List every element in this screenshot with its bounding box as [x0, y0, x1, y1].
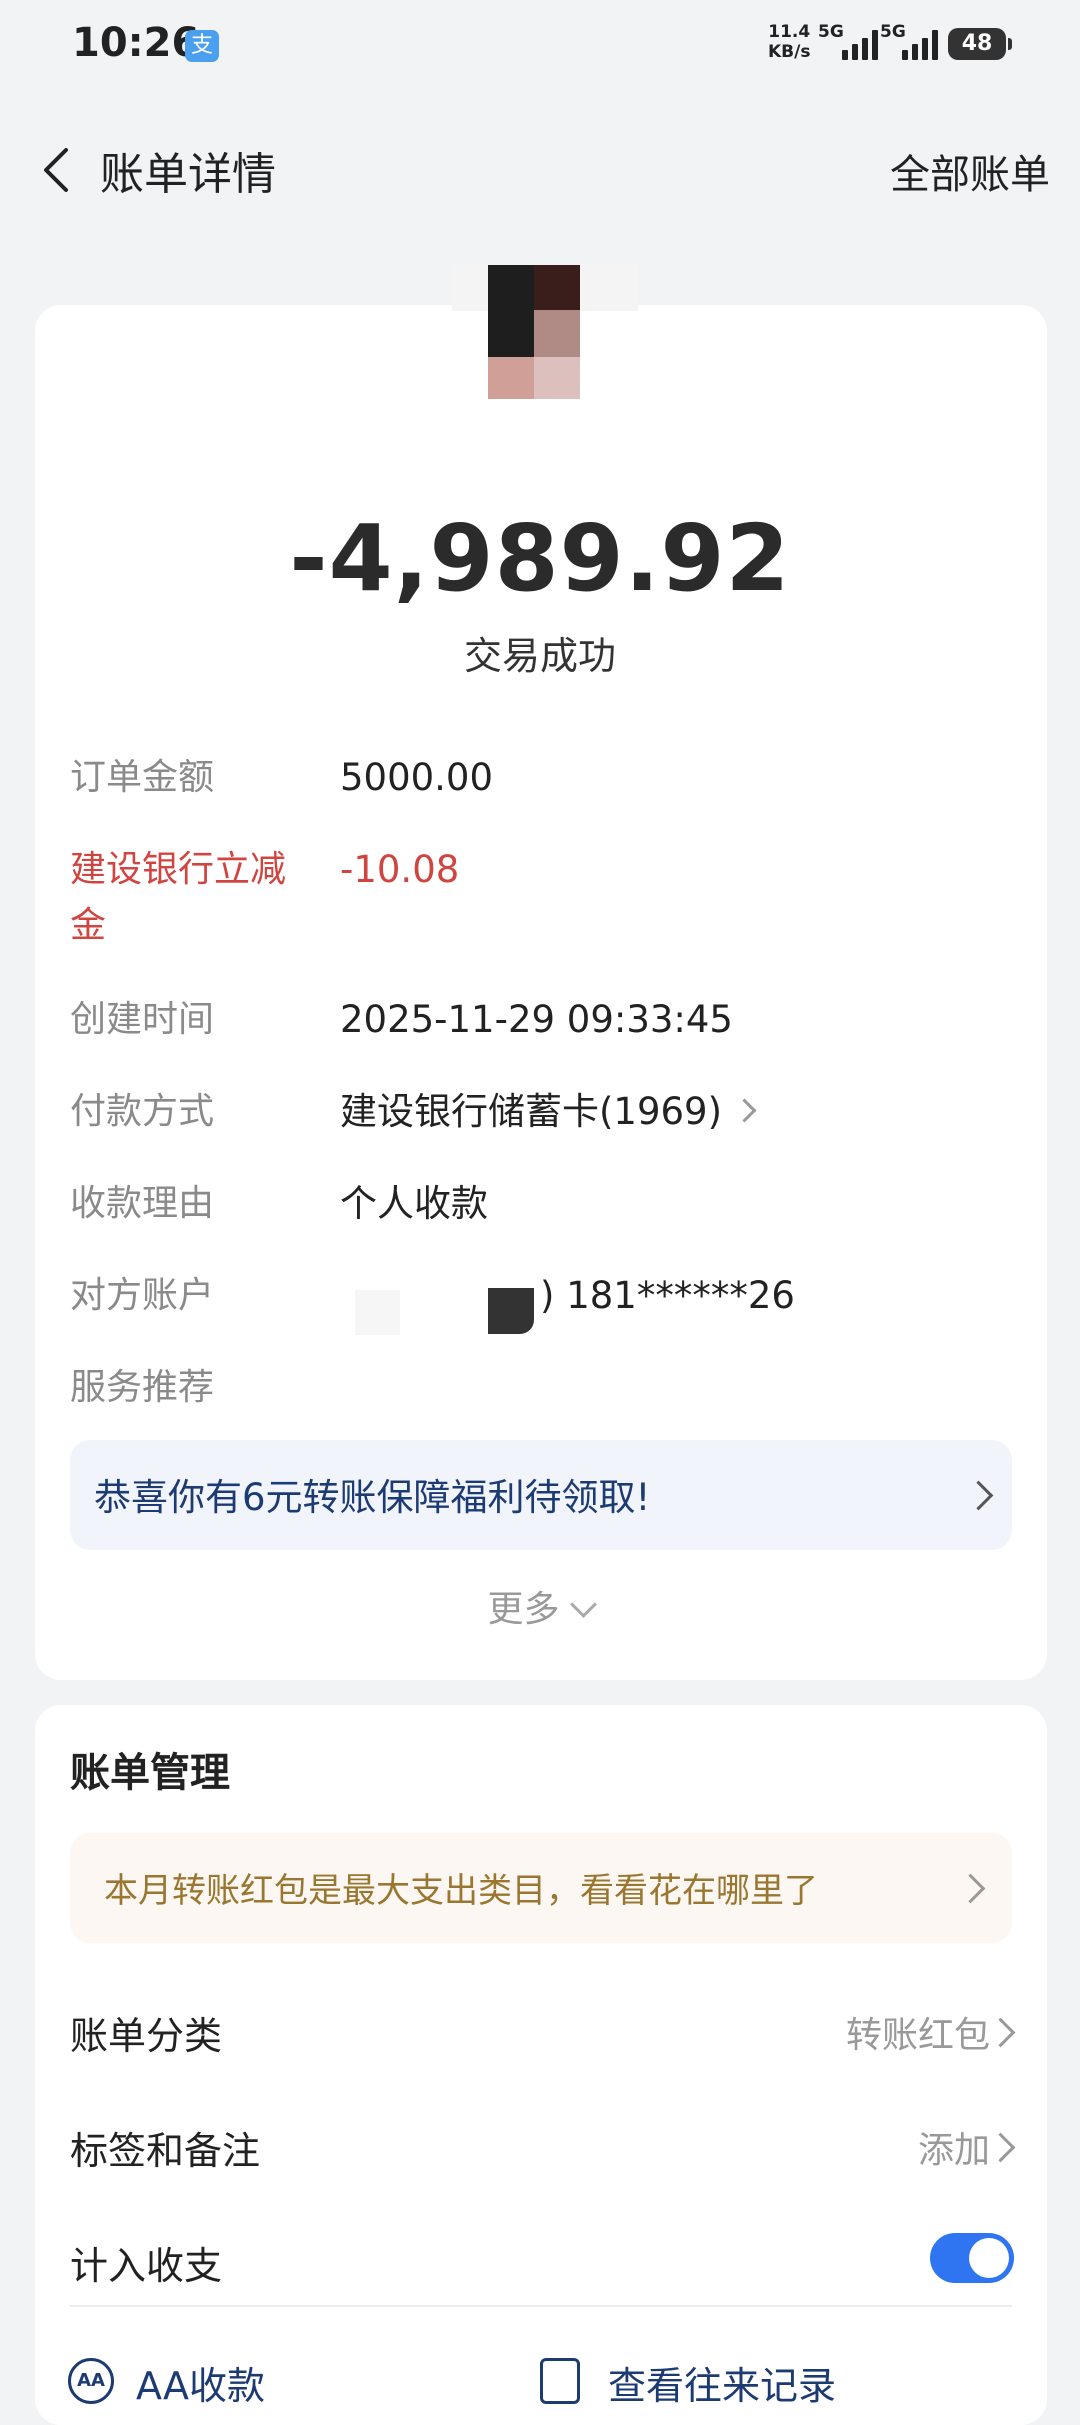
back-arrow-icon[interactable]: [30, 140, 90, 200]
aa-collect-icon: AA: [68, 2358, 114, 2404]
chevron-down-icon: [569, 1590, 597, 1618]
transfer-protection-banner[interactable]: 恭喜你有6元转账保障福利待领取!: [70, 1440, 1012, 1550]
signal-bars-icon-2: [902, 28, 938, 60]
counterparty-mask: [355, 1290, 400, 1335]
all-bills-link[interactable]: 全部账单: [890, 142, 1050, 200]
promo-text: 恭喜你有6元转账保障福利待领取!: [94, 1476, 651, 1519]
include-in-stats-toggle[interactable]: [930, 2233, 1014, 2283]
counterparty-value: ) 181******26: [540, 1274, 795, 1317]
alipay-notification-icon: 支: [185, 30, 219, 62]
view-history-button[interactable]: 查看往来记录: [608, 2355, 836, 2410]
discount-value: -10.08: [340, 848, 460, 891]
discount-label: 建设银行立减金: [70, 849, 287, 946]
created-time-label: 创建时间: [70, 999, 215, 1040]
nav-bar: 账单详情 全部账单: [0, 120, 1080, 220]
signal-5g-label-1: 5G: [818, 22, 844, 42]
payment-method-value: 建设银行储蓄卡(1969): [340, 1090, 723, 1133]
divider: [70, 2305, 1012, 2307]
transaction-amount: -4,989.92: [289, 505, 791, 612]
payment-method-label: 付款方式: [70, 1091, 215, 1132]
avatar-mask-left: [452, 263, 488, 311]
spending-insight-banner[interactable]: 本月转账红包是最大支出类目，看看花在哪里了: [70, 1833, 1012, 1943]
chevron-right-icon: [732, 1098, 757, 1123]
transaction-status: 交易成功: [463, 634, 616, 678]
page-title: 账单详情: [100, 149, 276, 200]
battery-icon: 48: [948, 28, 1012, 60]
payment-method-row[interactable]: 建设银行储蓄卡(1969): [340, 1084, 757, 1140]
order-amount-value: 5000.00: [340, 756, 494, 799]
bill-category-value[interactable]: 转账红包: [846, 2006, 990, 2058]
bill-category-label: 账单分类: [70, 2014, 223, 2058]
chevron-right-icon: [963, 1480, 994, 1511]
network-speed: 11.4 KB/s: [768, 22, 810, 62]
payment-reason-value: 个人收款: [340, 1182, 488, 1225]
payment-reason-label: 收款理由: [70, 1183, 215, 1224]
more-button[interactable]: 更多: [0, 1580, 1080, 1632]
created-time-value: 2025-11-29 09:33:45: [340, 998, 733, 1041]
chevron-right-icon: [955, 1873, 986, 1904]
signal-bars-icon: [842, 28, 878, 60]
toggle-knob: [969, 2238, 1009, 2278]
network-speed-unit: KB/s: [768, 42, 811, 62]
counterparty-label: 对方账户: [70, 1275, 215, 1316]
bill-management-card: [35, 1705, 1047, 2425]
include-in-stats-label: 计入收支: [70, 2244, 223, 2288]
tags-add-link[interactable]: 添加: [918, 2121, 990, 2173]
payee-avatar[interactable]: [488, 265, 580, 399]
tags-notes-label: 标签和备注: [70, 2129, 261, 2173]
status-bar: 10:26 支 11.4 KB/s 5G 5G 48: [0, 0, 1080, 90]
more-label: 更多: [487, 1589, 560, 1630]
history-record-icon: [540, 2358, 580, 2404]
network-speed-value: 11.4: [768, 22, 811, 42]
status-time: 10:26: [72, 20, 200, 66]
order-amount-label: 订单金额: [70, 757, 215, 798]
service-recommend-label: 服务推荐: [70, 1367, 215, 1408]
aa-collect-button[interactable]: AA收款: [136, 2355, 265, 2410]
bill-management-title: 账单管理: [70, 1750, 230, 1796]
insight-text: 本月转账红包是最大支出类目，看看花在哪里了: [104, 1871, 818, 1911]
avatar-mask-right: [580, 263, 638, 311]
counterparty-mask-dark: [488, 1288, 534, 1334]
